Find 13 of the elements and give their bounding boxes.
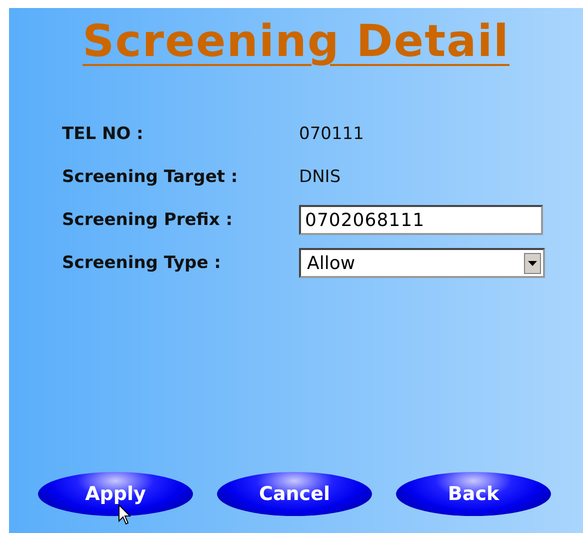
field-label: Screening Prefix : [62,210,234,230]
field-value: DNIS [299,167,341,187]
input-field[interactable]: 0702068111 [299,205,543,235]
mouse-cursor-icon [118,504,132,526]
oval-button[interactable]: Apply [38,472,193,516]
oval-button[interactable]: Back [396,472,551,516]
field-value: 070111 [299,124,364,144]
oval-button[interactable]: Cancel [217,472,372,516]
field-label: Screening Type : [62,253,222,273]
field-label: Screening Target : [62,167,239,187]
dropdown[interactable]: Allow [299,248,545,278]
page-title: Screening Detail [82,15,510,69]
field-label: TEL NO : [62,124,144,144]
